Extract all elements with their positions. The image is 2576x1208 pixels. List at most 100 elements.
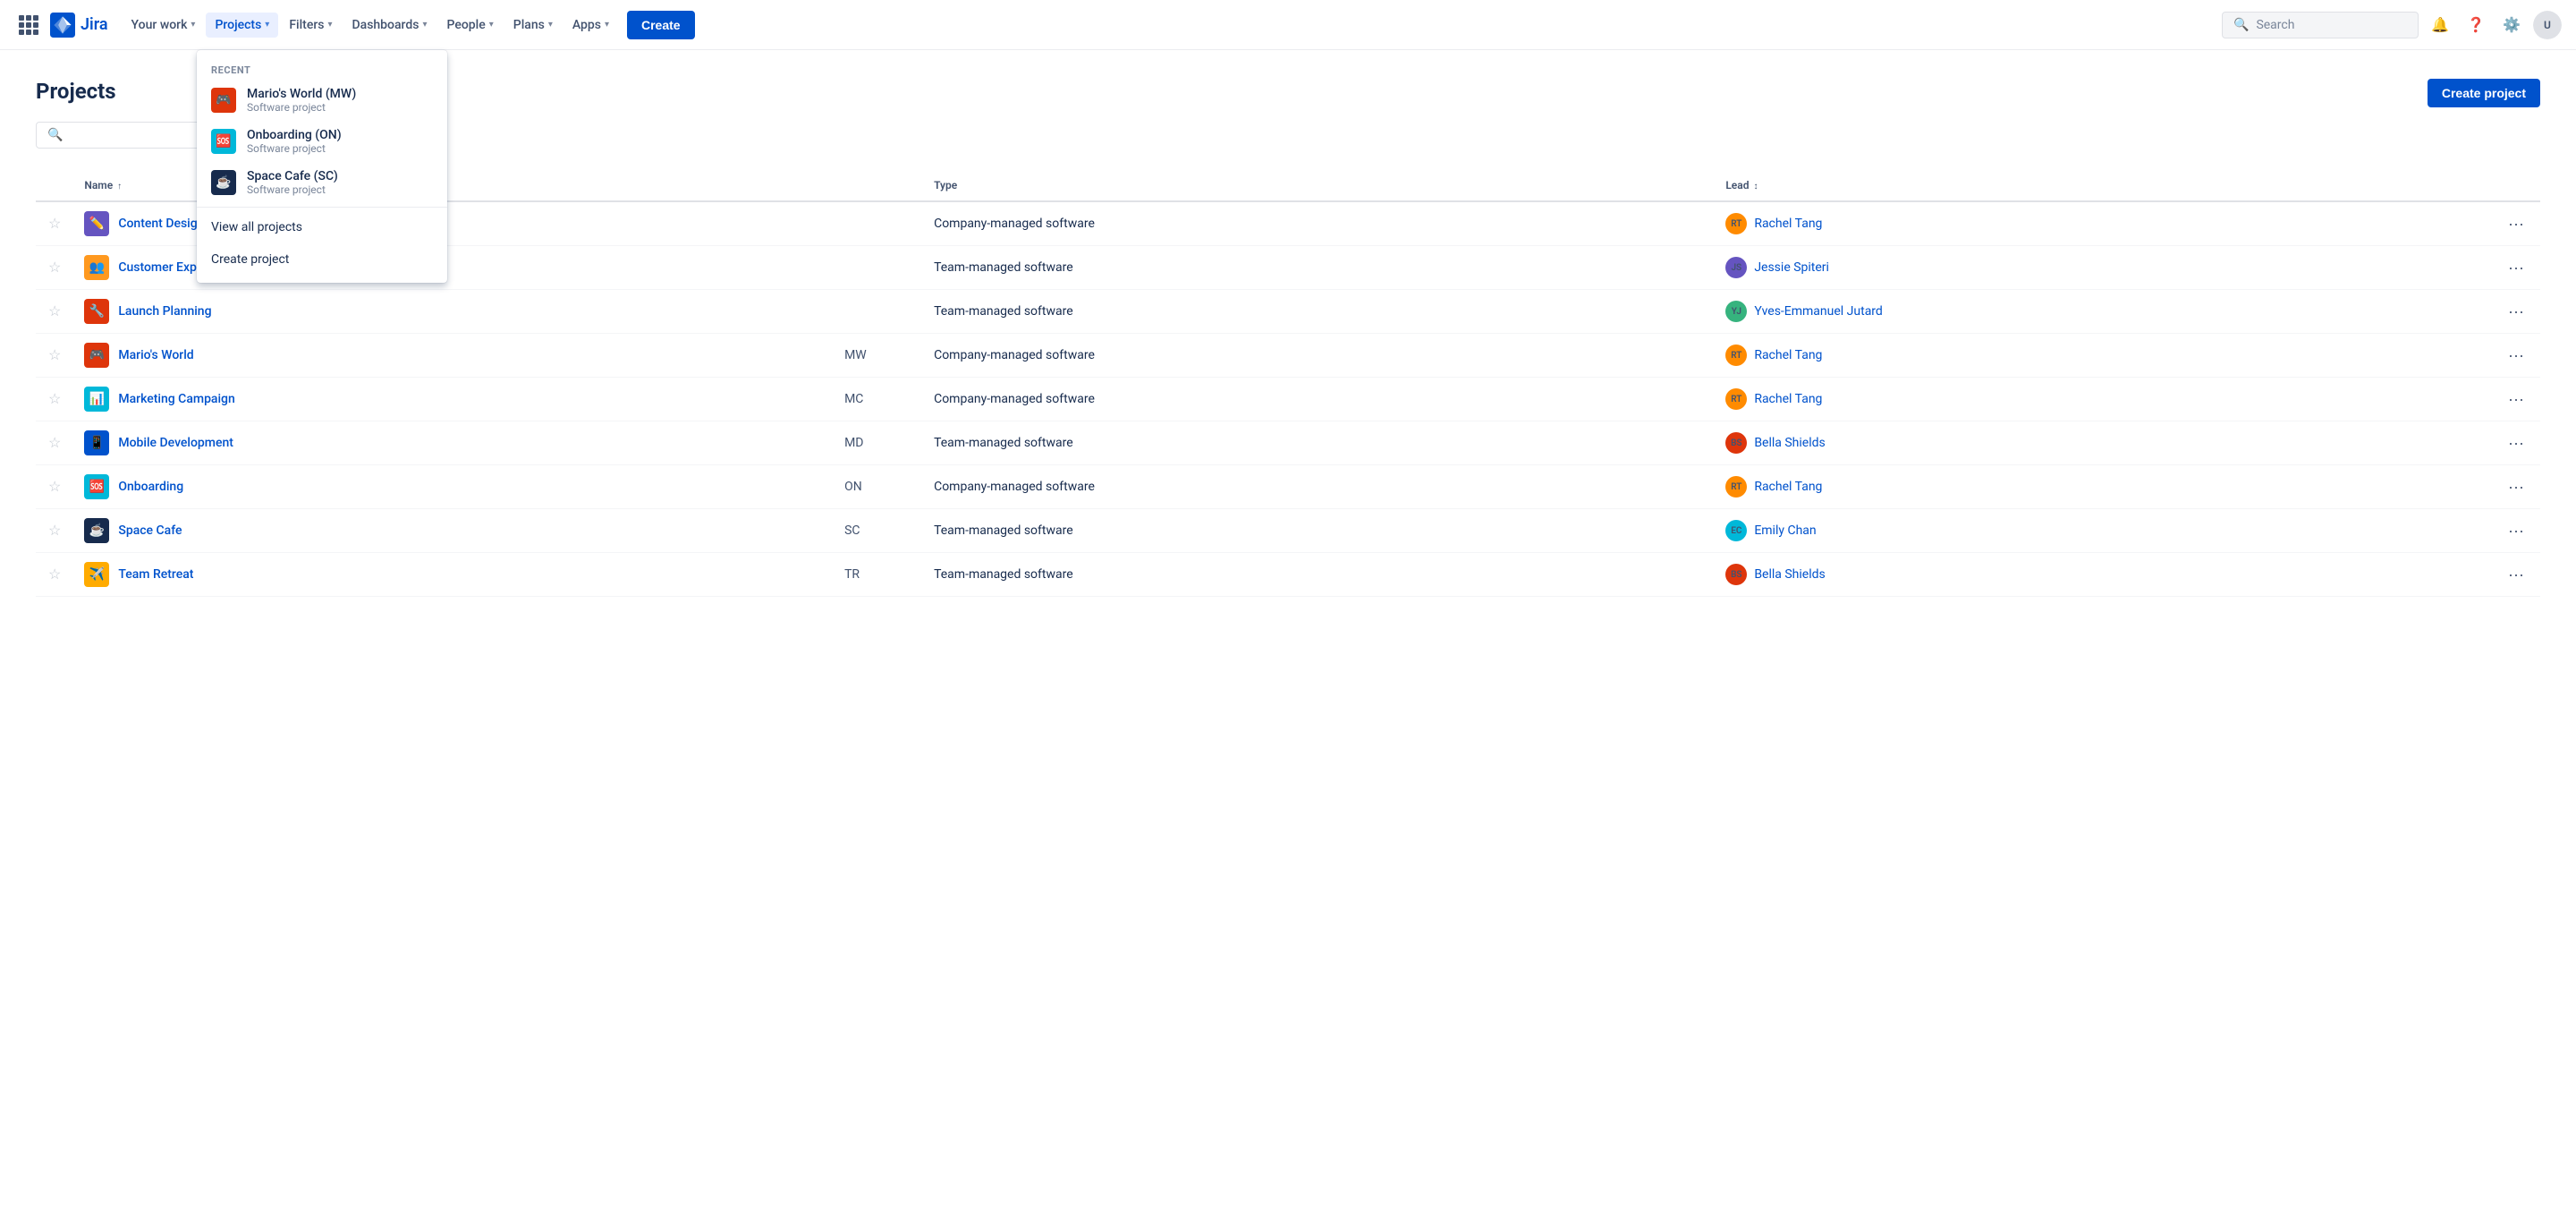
type-cell-ce: Team-managed software bbox=[923, 246, 1715, 290]
dropdown-item-icon-mw: 🎮 bbox=[211, 88, 236, 113]
type-cell-sc: Team-managed software bbox=[923, 509, 1715, 553]
dropdown-item-marios-world[interactable]: 🎮 Mario's World (MW) Software project bbox=[197, 80, 447, 121]
table-row: ☆ ☕ Space Cafe SC Team-managed software … bbox=[36, 509, 2540, 553]
more-button-lp[interactable]: ··· bbox=[2503, 301, 2529, 323]
nav-dashboards-label: Dashboards bbox=[352, 18, 419, 32]
more-button-md[interactable]: ··· bbox=[2503, 432, 2529, 455]
col-lead[interactable]: Lead ↕ bbox=[1715, 170, 2492, 201]
more-button-ce[interactable]: ··· bbox=[2503, 257, 2529, 279]
lead-link-md[interactable]: Bella Shields bbox=[1754, 436, 1825, 450]
star-button-tr[interactable]: ☆ bbox=[47, 564, 63, 585]
nav-people-label: People bbox=[447, 18, 486, 32]
lead-link-tr[interactable]: Bella Shields bbox=[1754, 567, 1825, 582]
lead-link-cd[interactable]: Rachel Tang bbox=[1754, 217, 1822, 231]
col-more bbox=[2492, 170, 2540, 201]
project-link-mc[interactable]: Marketing Campaign bbox=[118, 392, 234, 406]
more-button-sc[interactable]: ··· bbox=[2503, 520, 2529, 542]
project-link-sc[interactable]: Space Cafe bbox=[118, 523, 182, 538]
apps-grid-button[interactable] bbox=[14, 11, 43, 39]
star-button-cd[interactable]: ☆ bbox=[47, 213, 63, 234]
project-link-on[interactable]: Onboarding bbox=[118, 480, 183, 494]
project-icon-on: 🆘 bbox=[84, 474, 109, 499]
more-cell-md: ··· bbox=[2492, 421, 2540, 465]
key-cell-ce bbox=[834, 246, 923, 290]
project-icon-cd: ✏️ bbox=[84, 211, 109, 236]
name-sort-indicator: ↑ bbox=[117, 182, 122, 191]
name-cell-mw: 🎮 Mario's World bbox=[73, 334, 834, 378]
dropdown-item-onboarding[interactable]: 🆘 Onboarding (ON) Software project bbox=[197, 121, 447, 162]
key-cell-mw: MW bbox=[834, 334, 923, 378]
jira-logo[interactable]: Jira bbox=[50, 13, 108, 38]
nav-filters-label: Filters bbox=[289, 18, 324, 32]
project-icon-sc: ☕ bbox=[84, 518, 109, 543]
name-cell-tr: ✈️ Team Retreat bbox=[73, 553, 834, 597]
star-button-lp[interactable]: ☆ bbox=[47, 301, 63, 322]
nav-people-chevron-icon: ▾ bbox=[489, 20, 494, 30]
star-cell-mc: ☆ bbox=[36, 378, 73, 421]
name-cell-sc: ☕ Space Cafe bbox=[73, 509, 834, 553]
col-key bbox=[834, 170, 923, 201]
project-link-md[interactable]: Mobile Development bbox=[118, 436, 233, 450]
project-icon-lp: 🔧 bbox=[84, 299, 109, 324]
project-link-mw[interactable]: Mario's World bbox=[118, 348, 193, 362]
lead-link-sc[interactable]: Emily Chan bbox=[1754, 523, 1816, 538]
star-button-mw[interactable]: ☆ bbox=[47, 345, 63, 366]
star-cell-on: ☆ bbox=[36, 465, 73, 509]
star-button-ce[interactable]: ☆ bbox=[47, 257, 63, 278]
lead-link-mw[interactable]: Rachel Tang bbox=[1754, 348, 1822, 362]
name-cell-md: 📱 Mobile Development bbox=[73, 421, 834, 465]
project-icon-tr: ✈️ bbox=[84, 562, 109, 587]
star-cell-sc: ☆ bbox=[36, 509, 73, 553]
lead-avatar-ce: JS bbox=[1725, 257, 1747, 278]
more-button-on[interactable]: ··· bbox=[2503, 476, 2529, 498]
lead-link-lp[interactable]: Yves-Emmanuel Jutard bbox=[1754, 304, 1883, 319]
key-cell-md: MD bbox=[834, 421, 923, 465]
dropdown-item-space-cafe[interactable]: ☕ Space Cafe (SC) Software project bbox=[197, 162, 447, 203]
settings-button[interactable]: ⚙️ bbox=[2497, 11, 2526, 39]
create-project-link[interactable]: Create project bbox=[197, 243, 447, 276]
more-button-cd[interactable]: ··· bbox=[2503, 213, 2529, 235]
notifications-button[interactable]: 🔔 bbox=[2426, 11, 2454, 39]
help-button[interactable]: ❓ bbox=[2462, 11, 2490, 39]
search-placeholder: Search bbox=[2256, 18, 2294, 32]
type-cell-mc: Company-managed software bbox=[923, 378, 1715, 421]
lead-link-mc[interactable]: Rachel Tang bbox=[1754, 392, 1822, 406]
nav-projects[interactable]: Projects ▾ bbox=[206, 13, 278, 38]
nav-your-work-label: Your work bbox=[131, 18, 188, 32]
nav-apps[interactable]: Apps ▾ bbox=[564, 13, 618, 38]
col-type[interactable]: Type bbox=[923, 170, 1715, 201]
more-cell-mw: ··· bbox=[2492, 334, 2540, 378]
nav-plans[interactable]: Plans ▾ bbox=[504, 13, 562, 38]
nav-your-work[interactable]: Your work ▾ bbox=[123, 13, 205, 38]
star-button-mc[interactable]: ☆ bbox=[47, 388, 63, 410]
project-search-box[interactable]: 🔍 bbox=[36, 122, 215, 149]
lead-link-on[interactable]: Rachel Tang bbox=[1754, 480, 1822, 494]
nav-filters[interactable]: Filters ▾ bbox=[280, 13, 341, 38]
create-project-button[interactable]: Create project bbox=[2428, 79, 2540, 107]
search-box[interactable]: 🔍 Search bbox=[2222, 12, 2419, 38]
nav-people[interactable]: People ▾ bbox=[438, 13, 503, 38]
project-link-tr[interactable]: Team Retreat bbox=[118, 567, 193, 582]
star-button-md[interactable]: ☆ bbox=[47, 432, 63, 454]
create-button[interactable]: Create bbox=[627, 11, 695, 39]
project-link-lp[interactable]: Launch Planning bbox=[118, 304, 211, 319]
jira-logo-icon bbox=[50, 13, 75, 38]
project-link-cd[interactable]: Content Design bbox=[118, 217, 204, 231]
star-button-sc[interactable]: ☆ bbox=[47, 520, 63, 541]
more-cell-sc: ··· bbox=[2492, 509, 2540, 553]
view-all-projects-link[interactable]: View all projects bbox=[197, 211, 447, 243]
lead-avatar-mc: RT bbox=[1725, 388, 1747, 410]
navbar: Jira Your work ▾ Projects ▾ Filters ▾ Da… bbox=[0, 0, 2576, 50]
more-button-tr[interactable]: ··· bbox=[2503, 564, 2529, 586]
project-search-input[interactable] bbox=[70, 128, 203, 142]
more-button-mw[interactable]: ··· bbox=[2503, 345, 2529, 367]
col-name[interactable]: Name ↑ bbox=[73, 170, 834, 201]
nav-dashboards[interactable]: Dashboards ▾ bbox=[343, 13, 436, 38]
dropdown-item-name-sc: Space Cafe (SC) bbox=[247, 169, 338, 183]
star-cell-md: ☆ bbox=[36, 421, 73, 465]
user-avatar[interactable]: U bbox=[2533, 11, 2562, 39]
lead-link-ce[interactable]: Jessie Spiteri bbox=[1754, 260, 1829, 275]
more-button-mc[interactable]: ··· bbox=[2503, 388, 2529, 411]
nav-filters-chevron-icon: ▾ bbox=[327, 20, 332, 30]
star-button-on[interactable]: ☆ bbox=[47, 476, 63, 498]
